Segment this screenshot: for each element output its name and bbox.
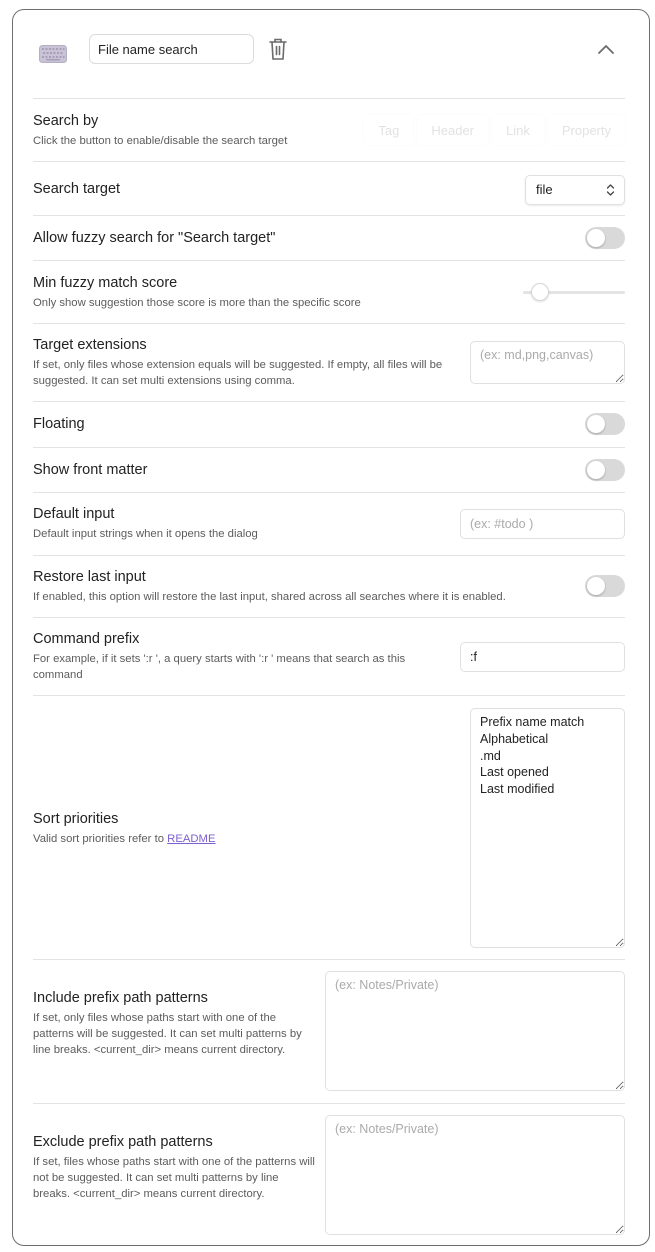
floating-toggle[interactable] [585, 413, 625, 435]
setting-name: Search by [33, 113, 99, 129]
setting-include-prefix-paths: Include prefix path patterns If set, onl… [33, 959, 625, 1103]
setting-search-by: Search by Click the button to enable/dis… [33, 98, 625, 161]
setting-name: Show front matter [33, 462, 148, 478]
command-prefix-input[interactable] [460, 642, 625, 672]
setting-description: If enabled, this option will restore the… [33, 591, 506, 603]
description-text: Valid sort priorities refer to [33, 833, 168, 845]
setting-search-target: Search target file [33, 161, 625, 215]
setting-name: Exclude prefix path patterns [33, 1134, 213, 1150]
setting-restore-last-input: Restore last input If enabled, this opti… [33, 555, 625, 617]
setting-fuzzy-search: Allow fuzzy search for "Search target" [33, 215, 625, 260]
setting-name: Command prefix [33, 631, 140, 647]
setting-sort-priorities: Sort priorities Valid sort priorities re… [33, 695, 625, 959]
setting-name: Search target [33, 181, 121, 197]
setting-description: If set, only files whose extension equal… [33, 359, 443, 387]
restore-last-input-toggle[interactable] [585, 575, 625, 597]
search-command-card: Search by Click the button to enable/dis… [12, 9, 650, 1246]
min-fuzzy-score-slider[interactable] [523, 282, 625, 302]
setting-description: Click the button to enable/disable the s… [33, 135, 288, 147]
setting-min-fuzzy-score: Min fuzzy match score Only show suggesti… [33, 260, 625, 323]
setting-default-input: Default input Default input strings when… [33, 492, 625, 555]
include-prefix-paths-textarea[interactable] [325, 971, 625, 1091]
toggle-knob [587, 415, 605, 433]
setting-name: Default input [33, 506, 115, 522]
slider-thumb[interactable] [531, 283, 550, 301]
toggle-knob [587, 577, 605, 595]
search-by-property-button[interactable]: Property [547, 115, 625, 145]
chevron-up-icon[interactable] [595, 40, 617, 58]
settings-list: Search by Click the button to enable/dis… [33, 98, 625, 1245]
search-by-tag-button[interactable]: Tag [364, 115, 414, 145]
search-by-buttons: Tag Header Link Property [360, 115, 625, 145]
setting-exclude-prefix-paths: Exclude prefix path patterns If set, fil… [33, 1103, 625, 1245]
setting-name: Include prefix path patterns [33, 990, 208, 1006]
chevron-updown-icon [606, 184, 615, 196]
setting-description: If set, files whose paths start with one… [33, 1156, 315, 1200]
sort-priorities-textarea[interactable] [470, 708, 625, 948]
fuzzy-search-toggle[interactable] [585, 227, 625, 249]
setting-name: Target extensions [33, 337, 147, 353]
setting-floating: Floating [33, 401, 625, 447]
toggle-knob [587, 461, 605, 479]
setting-description: If set, only files whose paths start wit… [33, 1012, 302, 1056]
setting-name: Restore last input [33, 569, 146, 585]
setting-name: Min fuzzy match score [33, 275, 178, 291]
setting-show-front-matter: Show front matter [33, 447, 625, 492]
search-by-link-button[interactable]: Link [492, 115, 544, 145]
setting-name: Allow fuzzy search for "Search target" [33, 230, 276, 246]
readme-link[interactable]: README [167, 833, 215, 845]
target-extensions-input[interactable] [470, 341, 625, 384]
search-target-select[interactable]: file [525, 175, 625, 205]
setting-command-prefix: Command prefix For example, if it sets '… [33, 617, 625, 695]
setting-description: For example, if it sets ':r ', a query s… [33, 653, 406, 681]
setting-name: Floating [33, 416, 85, 432]
search-name-input[interactable] [89, 34, 254, 64]
select-value: file [536, 182, 553, 197]
card-header [13, 10, 649, 98]
default-input-field[interactable] [460, 509, 625, 539]
setting-description: Valid sort priorities refer to README [33, 831, 216, 847]
keyboard-icon [39, 45, 67, 63]
show-front-matter-toggle[interactable] [585, 459, 625, 481]
setting-description: Only show suggestion those score is more… [33, 297, 361, 309]
toggle-knob [587, 229, 605, 247]
setting-name: Sort priorities [33, 811, 119, 827]
search-by-header-button[interactable]: Header [417, 115, 488, 145]
setting-description: Default input strings when it opens the … [33, 528, 258, 540]
exclude-prefix-paths-textarea[interactable] [325, 1115, 625, 1235]
setting-target-extensions: Target extensions If set, only files who… [33, 323, 625, 401]
trash-icon[interactable] [267, 37, 289, 61]
